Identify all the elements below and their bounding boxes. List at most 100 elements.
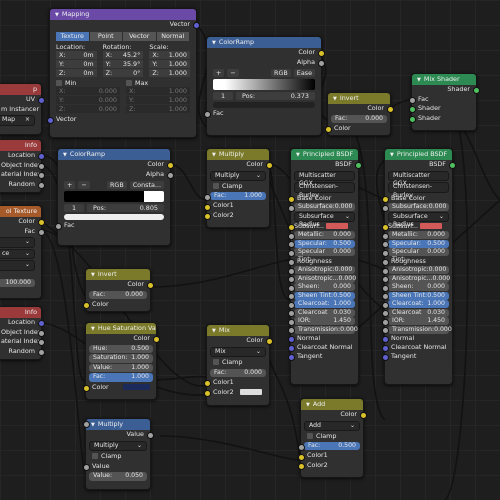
collapse-triangle-icon[interactable]: ▼ [91,422,95,428]
input-socket[interactable] [297,463,305,471]
min-y-field[interactable]: Y: 0.000 [56,95,120,104]
bsdf-field-12[interactable]: Clearcoat: 1.000 [381,300,449,309]
multiply-header[interactable]: ▼ Multiply [207,149,269,160]
subsurface-method-dropdown[interactable]: Christensen-Burley [294,182,355,199]
output-socket[interactable] [317,50,325,58]
texcoord-header[interactable]: p [0,84,41,95]
color-ramp-gradient[interactable] [64,191,164,203]
bsdf-field-8[interactable]: Anisotropic: 0.000 [287,266,355,275]
bsdf-field-11[interactable]: Sheen Tint: 0.500 [381,291,449,301]
mix-node[interactable]: ▼ Mix Color Mix ⌄ Clamp Fac: 0.000 Color1 C… [203,324,273,406]
output-socket[interactable] [448,162,456,170]
input-socket[interactable] [381,354,389,362]
input-socket[interactable] [287,241,295,249]
stop-index-field[interactable]: 1 [213,92,233,101]
output-socket[interactable] [37,182,45,190]
input-socket[interactable] [46,116,54,124]
input-socket[interactable] [287,195,295,203]
input-socket[interactable] [381,195,389,203]
input-socket[interactable] [408,96,416,104]
output-socket[interactable] [152,336,160,344]
input-socket[interactable] [287,276,295,284]
colorramp-header[interactable]: ▼ ColorRamp [58,149,170,160]
value-field[interactable]: Value: 0.050 [82,420,147,481]
scale-field[interactable]: 100.000 [0,278,35,288]
output-socket[interactable] [37,228,45,236]
interpolation-dropdown[interactable]: Ease [293,69,315,78]
mix-shader-node[interactable]: ▼ Mix Shader Shader Fac Shader Shader [408,73,480,131]
bsdf-field-10[interactable]: Sheen: 0.000 [381,283,449,292]
output-socket[interactable] [146,282,154,290]
input-socket[interactable] [287,310,295,318]
output-socket[interactable] [37,172,45,180]
bsdf-field-6[interactable]: Specular Tint: 0.000 [381,248,449,263]
collapse-triangle-icon[interactable]: ▼ [212,40,216,46]
clamp-checkbox[interactable]: Clamp [207,182,269,192]
output-socket[interactable] [166,171,174,179]
input-socket[interactable] [82,463,90,471]
bsdf-field-13[interactable]: Clearcoat R:0.030 [381,308,449,324]
tab-texture[interactable]: Texture [56,31,89,41]
add-node[interactable]: ▼ Add Color Add ⌄ Clamp Fac: 0.500 Color1 C… [297,398,367,478]
scale-x-field[interactable]: X: 1.000 [149,50,190,59]
input-socket[interactable] [408,116,416,124]
output-socket[interactable] [146,432,154,440]
input-socket[interactable] [287,249,295,257]
input-socket[interactable] [82,302,90,310]
input-socket[interactable] [203,111,211,119]
color-mode-dropdown[interactable]: RGB [271,69,291,78]
hue-saturation-node[interactable]: ▼Hue Saturation Val... Color Hue:0.500 S… [82,322,160,400]
math-header[interactable]: ▼ Multiply [86,419,150,430]
add-stop-button[interactable]: + [213,69,225,78]
input-socket[interactable] [203,380,211,388]
bsdf-field-5[interactable]: Specular: 0.500 [381,239,449,249]
output-socket[interactable] [37,349,45,357]
collapse-triangle-icon[interactable]: ▼ [296,152,300,158]
input-socket[interactable] [82,420,90,428]
collapse-triangle-icon[interactable]: ▼ [91,272,95,278]
input-socket[interactable] [287,232,295,240]
input-socket[interactable] [381,327,389,335]
stop-index-field[interactable]: 1 [64,204,84,213]
hue-saturation-header[interactable]: ▼Hue Saturation Val... [86,323,156,334]
output-socket[interactable] [265,162,273,170]
input-socket[interactable] [381,293,389,301]
blend-mode-dropdown[interactable]: Mix ⌄ [210,346,266,358]
location-y-field[interactable]: Y: 0m [56,59,97,68]
stop-position-field[interactable]: Pos: 0.805 [87,204,164,213]
bsdf-header[interactable]: ▼ Principled BSDF [385,149,452,160]
invert-header[interactable]: ▼ Invert [328,93,390,104]
input-socket[interactable] [297,453,305,461]
input-socket[interactable] [381,318,389,326]
invert-node-2[interactable]: ▼ Invert Color Fac: 0.000 Color [82,268,154,312]
input-socket[interactable] [203,193,211,201]
tab-vector[interactable]: Vector [123,31,156,41]
min-x-field[interactable]: X: 0.000 [56,86,120,95]
bsdf-color-input-3[interactable]: Subsurf... [287,222,358,231]
bsdf-dropdown-2[interactable]: Subsurface Radius ⌄ [388,211,449,228]
fac-field[interactable]: Fac: 0.000 [331,114,387,124]
bsdf-field-11[interactable]: Sheen Tint: 0.500 [287,291,355,301]
max-z-field[interactable]: Z: 1.000 [126,104,190,113]
output-socket[interactable] [265,338,273,346]
stop-color-swatch[interactable] [64,214,164,221]
bsdf-header[interactable]: ▼ Principled BSDF [291,149,358,160]
input-socket[interactable] [287,354,295,362]
bsdf-field-15[interactable]: Transmission: 0.000 [381,325,452,335]
bsdf-field-4[interactable]: Metallic: 0.000 [287,231,355,240]
input-socket[interactable] [381,223,389,231]
bsdf-field-1[interactable]: Subsurface: 0.000 [381,203,449,212]
output-socket[interactable] [37,339,45,347]
saturation-field[interactable]: Saturation: 1.000 [89,354,153,363]
operation-dropdown[interactable]: Multiply ⌄ [89,440,147,452]
bsdf-field-8[interactable]: Anisotropic: 0.000 [381,266,449,275]
subsurface-method-dropdown[interactable]: Christensen-Burley [388,182,449,199]
bsdf-dropdown-2[interactable]: Subsurface Radius ⌄ [294,211,355,228]
max-y-field[interactable]: Y: 1.000 [126,95,190,104]
clamp-checkbox[interactable]: Clamp [301,432,363,442]
blend-mode-dropdown[interactable]: Add ⌄ [304,420,360,432]
rotation-x-field[interactable]: X: 45.2° [102,50,144,59]
input-socket[interactable] [381,310,389,318]
invert-header[interactable]: ▼ Invert [86,269,150,280]
output-socket[interactable] [37,219,45,227]
